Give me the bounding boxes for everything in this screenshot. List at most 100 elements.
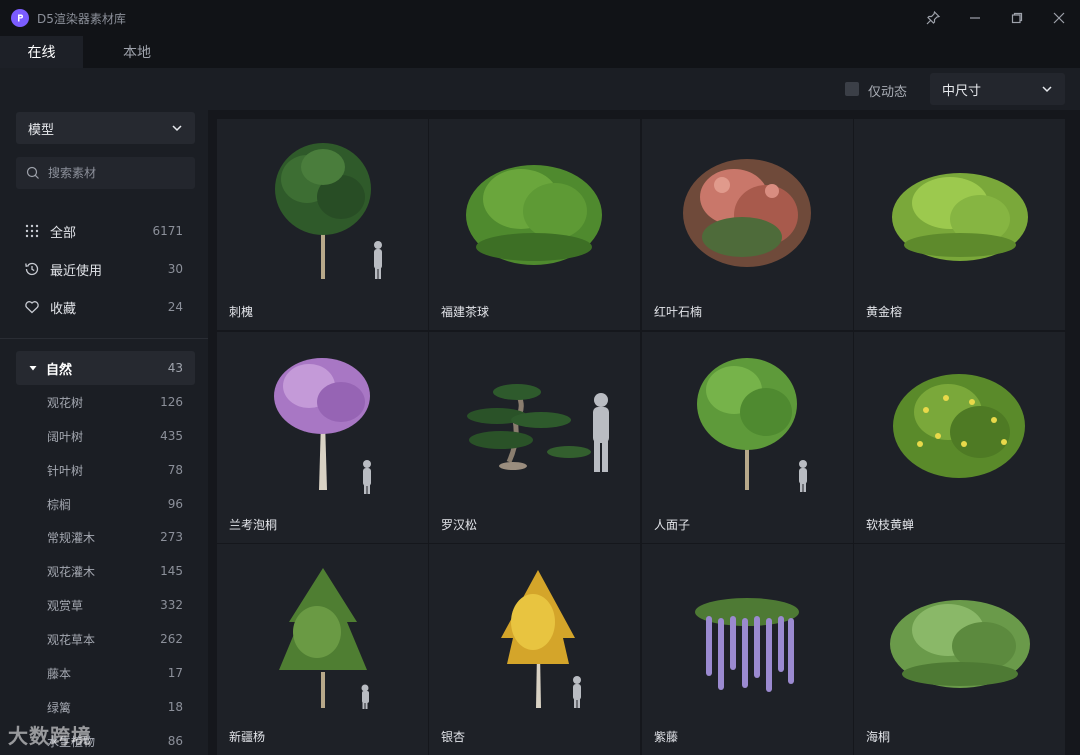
asset-card[interactable]: 海桐 bbox=[854, 544, 1065, 755]
subcategory-item[interactable]: 绿篱 18 bbox=[16, 692, 195, 722]
toolbar: 仅动态 中尺寸 bbox=[0, 68, 1080, 110]
asset-name: 紫藤 bbox=[654, 730, 679, 744]
subcategory-count: 332 bbox=[160, 598, 183, 612]
pin-icon bbox=[926, 10, 941, 25]
asset-card[interactable]: 软枝黄蝉 bbox=[854, 332, 1065, 543]
tab-online[interactable]: 在线 bbox=[0, 36, 83, 68]
restore-icon bbox=[1011, 12, 1023, 24]
tree-thumbnail-icon bbox=[275, 143, 382, 279]
tab-local[interactable]: 本地 bbox=[83, 36, 191, 68]
search-icon bbox=[26, 166, 39, 179]
app-logo-icon bbox=[11, 9, 29, 27]
asset-name: 软枝黄蝉 bbox=[866, 518, 915, 532]
sidebar-item-label: 收藏 bbox=[50, 301, 77, 317]
subcategory-label: 观花草本 bbox=[47, 632, 96, 647]
subcategory-item[interactable]: 常规灌木 273 bbox=[16, 522, 195, 552]
sidebar-item-recent[interactable]: 最近使用 30 bbox=[16, 253, 195, 285]
subcategory-count: 18 bbox=[167, 700, 183, 714]
sidebar: 模型 全部 6171 最近使用 30 收藏 24 自然 43 观花树 126 阔叶… bbox=[0, 110, 208, 755]
sidebar-item-count: 30 bbox=[167, 262, 183, 276]
subcategory-item[interactable]: 观花灌木 145 bbox=[16, 556, 195, 586]
subcategory-count: 262 bbox=[160, 632, 183, 646]
asset-card[interactable]: 黄金榕 bbox=[854, 119, 1065, 330]
subcategory-item[interactable]: 棕榈 96 bbox=[16, 489, 195, 519]
subcategory-item[interactable]: 观花树 126 bbox=[16, 387, 195, 417]
asset-name: 黄金榕 bbox=[866, 305, 903, 319]
asset-card[interactable]: 人面子 bbox=[642, 332, 853, 543]
subcategory-item[interactable]: 藤本 17 bbox=[16, 658, 195, 688]
subcategory-count: 17 bbox=[167, 666, 183, 680]
asset-name: 海桐 bbox=[866, 730, 891, 744]
subcategory-label: 藤本 bbox=[47, 666, 72, 681]
asset-name: 罗汉松 bbox=[441, 518, 478, 532]
chevron-down-icon bbox=[172, 125, 182, 132]
search-box[interactable] bbox=[16, 157, 195, 189]
sidebar-item-count: 6171 bbox=[152, 224, 183, 238]
sidebar-divider bbox=[0, 338, 208, 339]
heart-icon bbox=[25, 301, 39, 314]
asset-card[interactable]: 刺槐 bbox=[217, 119, 428, 330]
shrub-thumbnail-icon bbox=[466, 165, 602, 265]
subcategory-item[interactable]: 阔叶树 435 bbox=[16, 421, 195, 451]
tree-thumbnail-icon bbox=[279, 568, 369, 709]
subcategory-item[interactable]: 针叶树 78 bbox=[16, 455, 195, 485]
asset-type-value: 模型 bbox=[28, 122, 55, 138]
subcategory-item[interactable]: 观赏草 332 bbox=[16, 590, 195, 620]
dynamic-only-checkbox[interactable] bbox=[845, 82, 859, 96]
shrub-thumbnail-icon bbox=[890, 600, 1030, 688]
dynamic-only-label: 仅动态 bbox=[868, 85, 908, 100]
subcategory-label: 观花树 bbox=[47, 395, 84, 410]
subcategory-count: 96 bbox=[167, 497, 183, 511]
asset-card[interactable]: 兰考泡桐 bbox=[217, 332, 428, 543]
asset-name: 兰考泡桐 bbox=[229, 518, 278, 532]
asset-name: 福建茶球 bbox=[441, 305, 490, 319]
asset-card[interactable]: 紫藤 bbox=[642, 544, 853, 755]
subcategory-label: 常规灌木 bbox=[47, 530, 96, 545]
asset-card[interactable]: 新疆杨 bbox=[217, 544, 428, 755]
asset-card[interactable]: 罗汉松 bbox=[429, 332, 640, 543]
shrub-thumbnail-icon bbox=[892, 173, 1028, 261]
asset-card[interactable]: 福建茶球 bbox=[429, 119, 640, 330]
subcategory-count: 126 bbox=[160, 395, 183, 409]
subcategory-label: 观花灌木 bbox=[47, 564, 96, 579]
caret-down-icon bbox=[29, 366, 37, 371]
search-input[interactable] bbox=[48, 166, 188, 180]
chevron-down-icon bbox=[1042, 86, 1052, 93]
sidebar-item-favorites[interactable]: 收藏 24 bbox=[16, 291, 195, 323]
source-tabs: 在线 本地 bbox=[0, 36, 1080, 68]
size-select-value: 中尺寸 bbox=[942, 83, 982, 99]
asset-name: 人面子 bbox=[654, 518, 691, 532]
sidebar-item-label: 全部 bbox=[50, 225, 77, 241]
asset-card[interactable]: 红叶石楠 bbox=[642, 119, 853, 330]
history-icon bbox=[25, 262, 39, 276]
sidebar-item-label: 最近使用 bbox=[50, 263, 103, 279]
subcategory-label: 棕榈 bbox=[47, 497, 72, 512]
subcategory-count: 86 bbox=[167, 734, 183, 748]
asset-card[interactable]: 银杏 bbox=[429, 544, 640, 755]
tree-thumbnail-icon bbox=[501, 570, 581, 708]
pin-button[interactable] bbox=[912, 0, 954, 36]
close-icon bbox=[1053, 12, 1065, 24]
subcategory-count: 145 bbox=[160, 564, 183, 578]
category-nature[interactable]: 自然 43 bbox=[16, 351, 195, 385]
sidebar-item-all[interactable]: 全部 6171 bbox=[16, 215, 195, 247]
subcategory-label: 针叶树 bbox=[47, 463, 84, 478]
tree-thumbnail-icon bbox=[274, 358, 371, 494]
minimize-button[interactable] bbox=[954, 0, 996, 36]
bonsai-thumbnail-icon bbox=[467, 384, 609, 472]
subcategory-count: 78 bbox=[167, 463, 183, 477]
asset-name: 红叶石楠 bbox=[654, 305, 703, 319]
asset-name: 新疆杨 bbox=[229, 730, 266, 744]
shrub-thumbnail-icon bbox=[893, 374, 1025, 478]
thumbnail-size-select[interactable]: 中尺寸 bbox=[930, 73, 1065, 105]
subcategory-count: 273 bbox=[160, 530, 183, 544]
close-button[interactable] bbox=[1038, 0, 1080, 36]
asset-name: 刺槐 bbox=[229, 305, 254, 319]
asset-type-select[interactable]: 模型 bbox=[16, 112, 195, 144]
restore-button[interactable] bbox=[996, 0, 1038, 36]
shrub-thumbnail-icon bbox=[683, 159, 811, 267]
category-label: 自然 bbox=[46, 362, 73, 378]
window-title: D5渲染器素材库 bbox=[37, 11, 126, 26]
tree-thumbnail-icon bbox=[697, 358, 807, 492]
subcategory-item[interactable]: 观花草本 262 bbox=[16, 624, 195, 654]
